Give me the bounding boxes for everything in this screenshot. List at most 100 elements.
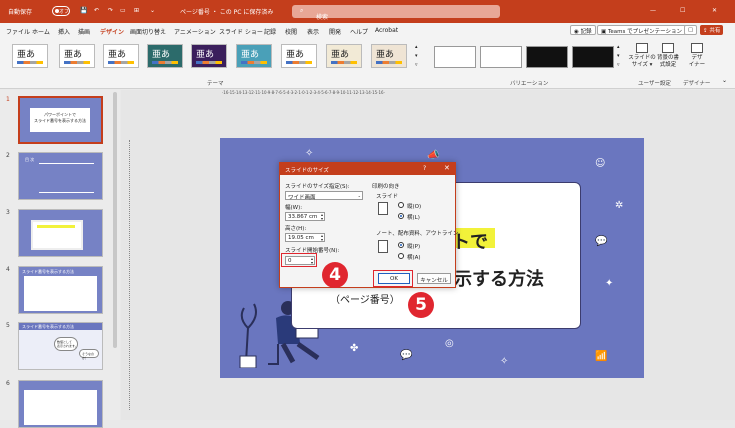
theme-sample: 亜あ: [376, 50, 395, 60]
size-select[interactable]: ワイド画面 ⌄: [285, 191, 363, 201]
tab-record[interactable]: 記録: [264, 27, 276, 36]
tab-developer[interactable]: 開発: [329, 27, 341, 36]
height-spinner[interactable]: ▴ ▾: [321, 234, 323, 242]
present-icon[interactable]: ▭: [120, 7, 126, 14]
slide-number: 4: [6, 266, 10, 273]
lightbulb-doodle: ✧: [305, 148, 314, 159]
theme-9[interactable]: 亜あ: [371, 44, 407, 68]
tab-slideshow[interactable]: スライド ショー: [219, 27, 263, 36]
ribbon: 亜あ 亜あ 亜あ 亜あ 亜あ 亜あ 亜あ 亜あ 亜あ ▴ ▾ ▿ テーマ ▴ ▾ ▿ バ…: [0, 37, 735, 89]
slide-portrait-label: 縦(O): [407, 204, 422, 210]
close-window-button[interactable]: ✕: [712, 7, 717, 14]
size-label: スライドのサイズ指定(S):: [285, 184, 350, 190]
thumbnail-slide-6[interactable]: [18, 380, 103, 428]
orientation-label: 印刷の向き: [372, 184, 400, 190]
speech-bubble: 数値として 表示されます。: [54, 337, 78, 351]
notes-landscape-radio[interactable]: [398, 253, 404, 259]
tab-home[interactable]: ホーム: [32, 27, 50, 36]
slide-size-dialog: スライドのサイズ ? ✕ スライドのサイズ指定(S): ワイド画面 ⌄ 幅(W):…: [279, 162, 459, 288]
notes-portrait-radio[interactable]: [398, 242, 404, 248]
thumbnail-title: 目 次: [25, 157, 35, 162]
thumbnail-title: スライド番号を表示する方法: [22, 269, 74, 274]
width-value: 33.867 cm: [288, 214, 318, 220]
thumbnail-scrollbar[interactable]: [113, 92, 117, 348]
save-icon[interactable]: 💾: [80, 7, 87, 14]
thumbnail-slide-4[interactable]: スライド番号を表示する方法: [18, 266, 103, 314]
search-box[interactable]: ⌕ 検索: [292, 5, 500, 21]
slide-portrait-radio[interactable]: [398, 202, 404, 208]
collapse-ribbon-icon[interactable]: ⌄: [722, 77, 727, 84]
slide-title-line2: 示する方法: [454, 269, 544, 290]
thumbnail-title: スライド番号を表示する方法: [22, 324, 74, 329]
variant-1[interactable]: [434, 46, 476, 68]
customize-icon[interactable]: ⌄: [150, 7, 155, 14]
thumbnail-slide-2[interactable]: 目 次: [18, 152, 103, 200]
minimize-button[interactable]: —: [650, 7, 656, 14]
theme-group-label: テーマ: [207, 81, 224, 87]
tab-file[interactable]: ファイル: [6, 27, 30, 36]
notes-portrait-label: 縦(P): [407, 244, 421, 250]
theme-sample: 亜あ: [286, 50, 305, 60]
theme-5[interactable]: 亜あ: [191, 44, 227, 68]
designer-button[interactable]: デザ イナー: [686, 43, 708, 69]
comments-button[interactable]: ▢: [684, 25, 698, 35]
height-value: 19.05 cm: [288, 235, 314, 241]
tab-animations[interactable]: アニメーション: [174, 27, 216, 36]
tab-help[interactable]: ヘルプ: [350, 27, 368, 36]
step-5-badge: 5: [408, 292, 434, 318]
undo-icon[interactable]: ↶: [94, 7, 99, 14]
theme-7[interactable]: 亜あ: [281, 44, 317, 68]
coin-doodle: ◎: [445, 338, 454, 349]
chart-doodle: 📶: [595, 351, 608, 362]
start-number-highlight: [281, 253, 317, 267]
thumbnail-slide-3[interactable]: [18, 209, 103, 257]
puzzle-doodle: ✤: [350, 343, 359, 354]
tab-view[interactable]: 表示: [307, 27, 319, 36]
tab-transitions[interactable]: 画面切り替え: [130, 27, 166, 36]
speech-bubble: そうなのか！: [79, 349, 99, 360]
format-background-button[interactable]: 背景の書 式設定: [655, 43, 681, 69]
theme-4[interactable]: 亜あ: [147, 44, 183, 68]
slide-landscape-radio[interactable]: [398, 213, 404, 219]
thumbnail-slide-5[interactable]: スライド番号を表示する方法 数値として 表示されます。 そうなのか！: [18, 322, 103, 370]
share-button[interactable]: ⇪ 共有: [700, 25, 724, 35]
redo-icon[interactable]: ↷: [108, 7, 113, 14]
tab-draw[interactable]: 描画: [78, 27, 90, 36]
slide-size-button[interactable]: スライドの サイズ ▾: [628, 43, 656, 69]
slide-size-icon: [636, 43, 648, 53]
thumbnail-title: パワーポイントで スライド番号を表示する方法: [30, 108, 90, 132]
slide-number: 1: [6, 96, 10, 103]
variant-3[interactable]: [526, 46, 568, 68]
theme-6[interactable]: 亜あ: [236, 44, 272, 68]
tab-acrobat[interactable]: Acrobat: [375, 27, 398, 34]
tab-insert[interactable]: 挿入: [58, 27, 70, 36]
theme-2[interactable]: 亜あ: [59, 44, 95, 68]
variant-4[interactable]: [572, 46, 614, 68]
search-icon: ⌕: [300, 7, 304, 14]
theme-office[interactable]: 亜あ: [12, 44, 48, 68]
theme-gallery-scroll[interactable]: ▴ ▾ ▿: [415, 43, 418, 70]
quick-access-icon[interactable]: ⊞: [134, 7, 139, 14]
megaphone-doodle: 📣: [427, 150, 440, 161]
height-field[interactable]: 19.05 cm ▴ ▾: [285, 233, 325, 242]
thumbnail-slide-1[interactable]: パワーポイントで スライド番号を表示する方法: [18, 96, 103, 144]
tab-review[interactable]: 校閲: [285, 27, 297, 36]
title-bar: 自動保存 オフ 💾 ↶ ↷ ▭ ⊞ ⌄ ページ番号 ・ この PC に保存済み …: [0, 0, 735, 23]
comment-icon: ▢: [688, 27, 694, 33]
variant-gallery-scroll[interactable]: ▴ ▾ ▿: [617, 43, 620, 70]
theme-8[interactable]: 亜あ: [326, 44, 362, 68]
theme-3[interactable]: 亜あ: [103, 44, 139, 68]
dialog-help-button[interactable]: ?: [423, 165, 426, 172]
maximize-button[interactable]: ☐: [680, 7, 685, 14]
slide-subtitle: （ページ番号）: [330, 295, 400, 306]
width-field[interactable]: 33.867 cm ▴ ▾: [285, 212, 325, 221]
dialog-close-button[interactable]: ✕: [444, 164, 450, 172]
slide-orientation-group: スライド: [376, 194, 399, 200]
file-name: ページ番号 ・ この PC に保存済み: [180, 9, 274, 16]
variant-2[interactable]: [480, 46, 522, 68]
width-spinner[interactable]: ▴ ▾: [321, 213, 323, 221]
record-button[interactable]: ◉ 記録: [570, 25, 596, 35]
notes-orientation-group: ノート、配布資料、アウトライン: [376, 231, 459, 237]
cancel-button[interactable]: キャンセル: [417, 273, 451, 284]
teams-present-button[interactable]: ▣ Teams でプレゼンテーション: [597, 25, 686, 35]
